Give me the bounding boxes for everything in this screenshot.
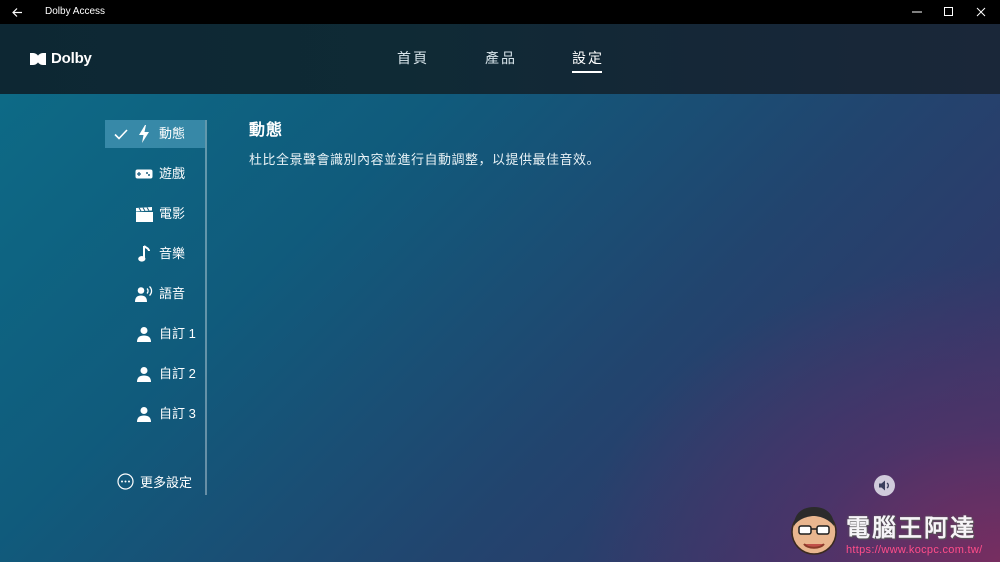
sidebar-item-movies[interactable]: 電影: [105, 200, 205, 228]
person-icon: [135, 325, 153, 343]
more-options-icon: [117, 473, 134, 490]
sidebar-item-label: 語音: [159, 286, 186, 301]
title-bar: Dolby Access: [0, 0, 1000, 24]
volume-button[interactable]: [874, 475, 895, 496]
app-header: Dolby 首頁 產品 設定: [0, 24, 1000, 94]
watermark-url: https://www.kocpc.com.tw/: [846, 544, 983, 556]
sidebar-item-label: 自訂 3: [159, 406, 196, 421]
person-icon: [135, 365, 153, 383]
mascot-face-icon: [791, 507, 837, 555]
close-button[interactable]: [963, 0, 999, 24]
sidebar-item-label: 動態: [159, 126, 186, 141]
sidebar-item-music[interactable]: 音樂: [105, 240, 205, 268]
sidebar-item-label: 遊戲: [159, 166, 186, 181]
more-settings-label: 更多設定: [140, 475, 193, 490]
app-window: Dolby Access Dolby 首頁 產品 設定 動態 遊戲 電影 音樂 …: [0, 0, 1000, 562]
profile-sidebar: 動態 遊戲 電影 音樂 語音 自訂 1 自訂 2 自訂 3: [105, 120, 207, 495]
lightning-icon: [135, 125, 153, 143]
window-title: Dolby Access: [45, 6, 106, 17]
maximize-icon: [944, 7, 953, 16]
maximize-button[interactable]: [931, 0, 967, 24]
section-title: 動態: [249, 122, 284, 139]
top-navigation: 首頁 產品 設定: [0, 48, 1000, 78]
sidebar-item-label: 電影: [159, 206, 186, 221]
music-note-icon: [135, 245, 153, 263]
sidebar-item-label: 自訂 2: [159, 366, 196, 381]
close-icon: [976, 7, 986, 17]
back-button[interactable]: [8, 0, 26, 24]
sidebar-item-label: 自訂 1: [159, 326, 196, 341]
more-settings-button[interactable]: 更多設定: [117, 472, 192, 491]
sidebar-item-custom-3[interactable]: 自訂 3: [105, 400, 205, 428]
gamepad-icon: [135, 165, 153, 183]
tab-home[interactable]: 首頁: [397, 48, 429, 73]
sidebar-item-label: 音樂: [159, 246, 186, 261]
sidebar-item-custom-1[interactable]: 自訂 1: [105, 320, 205, 348]
person-icon: [135, 405, 153, 423]
sidebar-item-dynamic[interactable]: 動態: [105, 120, 205, 148]
site-watermark: 電腦王阿達 https://www.kocpc.com.tw/: [788, 502, 998, 562]
sidebar-divider: [205, 120, 207, 495]
clapperboard-icon: [135, 205, 153, 223]
speaking-person-icon: [135, 285, 153, 303]
minimize-button[interactable]: [899, 0, 935, 24]
minimize-icon: [912, 11, 922, 13]
tab-settings[interactable]: 設定: [572, 48, 604, 73]
content-area: 動態 遊戲 電影 音樂 語音 自訂 1 自訂 2 自訂 3 更多設定 動態 杜比…: [0, 94, 1000, 562]
sidebar-item-games[interactable]: 遊戲: [105, 160, 205, 188]
sidebar-item-custom-2[interactable]: 自訂 2: [105, 360, 205, 388]
checkmark-icon: [114, 129, 128, 140]
tab-products[interactable]: 產品: [485, 48, 517, 73]
speaker-icon: [878, 480, 889, 491]
sidebar-item-voice[interactable]: 語音: [105, 280, 205, 308]
watermark-text: 電腦王阿達: [846, 515, 976, 542]
back-arrow-icon: [11, 7, 22, 17]
section-description: 杜比全景聲會識別內容並進行自動調整，以提供最佳音效。: [249, 152, 601, 167]
